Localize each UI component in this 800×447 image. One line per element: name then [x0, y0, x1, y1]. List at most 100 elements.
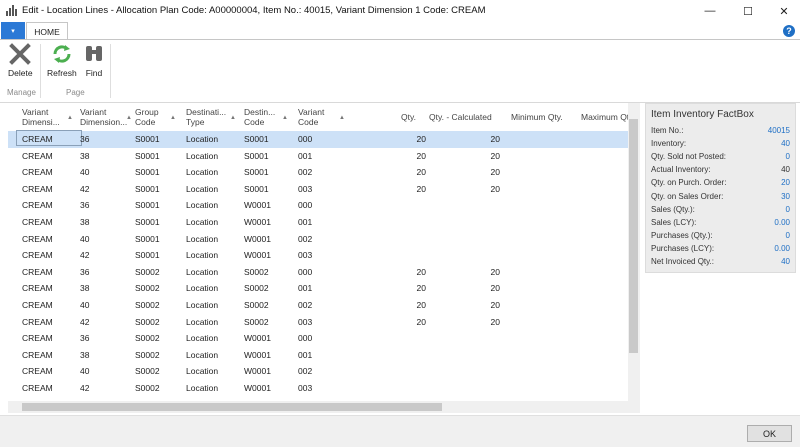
cell-variant-dim2[interactable]: 40 [80, 366, 89, 376]
cell-destination-type[interactable]: Location [186, 151, 218, 161]
cell-destination-type[interactable]: Location [186, 167, 218, 177]
ok-button[interactable]: OK [747, 425, 792, 442]
cell-variant-code[interactable]: 000 [298, 267, 312, 277]
cell-variant-dim2[interactable]: 42 [80, 383, 89, 393]
factbox-value[interactable]: 0 [786, 231, 790, 240]
help-icon[interactable]: ? [783, 25, 795, 37]
cell-variant-dim1[interactable]: CREAM [22, 267, 53, 277]
col-header-variant-code[interactable]: Variant Code [298, 103, 324, 131]
cell-variant-dim1[interactable]: CREAM [22, 151, 53, 161]
cell-variant-dim1[interactable]: CREAM [22, 134, 53, 144]
table-row[interactable]: CREAM 42 S0002 Location S0002 003 20 20 [8, 314, 628, 331]
col-header-group-code[interactable]: Group Code [135, 103, 159, 131]
cell-group-code[interactable]: S0002 [135, 267, 160, 277]
cell-qty[interactable]: 20 [388, 300, 426, 310]
close-button[interactable]: ✕ [766, 0, 800, 22]
cell-variant-code[interactable]: 000 [298, 333, 312, 343]
cell-group-code[interactable]: S0002 [135, 350, 160, 360]
factbox-value[interactable]: 0.00 [774, 218, 790, 227]
cell-destination-type[interactable]: Location [186, 184, 218, 194]
cell-destination-code[interactable]: S0001 [244, 184, 269, 194]
cell-qty-calculated[interactable]: 20 [448, 283, 500, 293]
cell-destination-type[interactable]: Location [186, 234, 218, 244]
cell-variant-code[interactable]: 000 [298, 200, 312, 210]
minimize-button[interactable]: — [692, 0, 728, 22]
cell-qty[interactable]: 20 [388, 283, 426, 293]
cell-destination-code[interactable]: S0002 [244, 300, 269, 310]
cell-destination-code[interactable]: S0002 [244, 267, 269, 277]
cell-variant-code[interactable]: 003 [298, 184, 312, 194]
cell-destination-type[interactable]: Location [186, 300, 218, 310]
cell-destination-type[interactable]: Location [186, 267, 218, 277]
table-row[interactable]: CREAM 38 S0002 Location W0001 001 [8, 347, 628, 364]
cell-variant-dim2[interactable]: 40 [80, 300, 89, 310]
horizontal-scrollbar[interactable] [8, 401, 640, 413]
cell-group-code[interactable]: S0001 [135, 250, 160, 260]
cell-destination-code[interactable]: S0001 [244, 151, 269, 161]
cell-variant-dim1[interactable]: CREAM [22, 250, 53, 260]
cell-variant-code[interactable]: 003 [298, 250, 312, 260]
cell-destination-code[interactable]: W0001 [244, 200, 271, 210]
col-header-maximum-qty[interactable]: Maximum Qt [581, 103, 628, 131]
cell-group-code[interactable]: S0002 [135, 300, 160, 310]
cell-group-code[interactable]: S0001 [135, 217, 160, 227]
cell-variant-dim2[interactable]: 38 [80, 350, 89, 360]
cell-variant-code[interactable]: 001 [298, 217, 312, 227]
cell-destination-code[interactable]: S0002 [244, 283, 269, 293]
cell-variant-dim2[interactable]: 40 [80, 167, 89, 177]
cell-destination-type[interactable]: Location [186, 217, 218, 227]
cell-group-code[interactable]: S0002 [135, 333, 160, 343]
table-row[interactable]: CREAM 36 S0002 Location S0002 000 20 20 [8, 264, 628, 281]
cell-variant-dim1[interactable]: CREAM [22, 317, 53, 327]
cell-variant-dim1[interactable]: CREAM [22, 234, 53, 244]
cell-variant-dim1[interactable]: CREAM [22, 184, 53, 194]
cell-variant-dim1[interactable]: CREAM [22, 366, 53, 376]
table-row[interactable]: CREAM 42 S0001 Location W0001 003 [8, 247, 628, 264]
cell-qty[interactable]: 20 [388, 267, 426, 277]
col-header-qty-calculated[interactable]: Qty. - Calculated [429, 103, 492, 131]
refresh-button[interactable]: Refresh [47, 43, 77, 81]
find-button[interactable]: Find [83, 43, 105, 81]
table-row[interactable]: CREAM 40 S0002 Location S0002 002 20 20 [8, 297, 628, 314]
cell-variant-dim2[interactable]: 36 [80, 200, 89, 210]
cell-destination-type[interactable]: Location [186, 250, 218, 260]
factbox-value[interactable]: 0 [786, 205, 790, 214]
cell-variant-dim2[interactable]: 38 [80, 283, 89, 293]
cell-destination-type[interactable]: Location [186, 283, 218, 293]
cell-variant-code[interactable]: 002 [298, 300, 312, 310]
cell-variant-code[interactable]: 002 [298, 366, 312, 376]
location-lines-grid[interactable]: Variant Dimensi... ▲ Variant Dimension... … [8, 103, 628, 401]
cell-group-code[interactable]: S0002 [135, 317, 160, 327]
cell-variant-dim2[interactable]: 36 [80, 333, 89, 343]
cell-qty-calculated[interactable]: 20 [448, 317, 500, 327]
table-row[interactable]: CREAM 40 S0001 Location S0001 002 20 20 [8, 164, 628, 181]
cell-variant-code[interactable]: 001 [298, 283, 312, 293]
cell-variant-dim1[interactable]: CREAM [22, 167, 53, 177]
table-row[interactable]: CREAM 42 S0001 Location S0001 003 20 20 [8, 181, 628, 198]
table-row[interactable]: CREAM 42 S0002 Location W0001 003 [8, 380, 628, 397]
cell-group-code[interactable]: S0002 [135, 366, 160, 376]
cell-qty-calculated[interactable]: 20 [448, 184, 500, 194]
cell-group-code[interactable]: S0001 [135, 200, 160, 210]
cell-qty-calculated[interactable]: 20 [448, 151, 500, 161]
cell-variant-dim1[interactable]: CREAM [22, 217, 53, 227]
cell-variant-dim2[interactable]: 38 [80, 151, 89, 161]
horizontal-scroll-thumb[interactable] [22, 403, 442, 411]
tab-home[interactable]: HOME [26, 22, 68, 40]
factbox-value[interactable]: 0 [786, 152, 790, 161]
cell-qty-calculated[interactable]: 20 [448, 267, 500, 277]
factbox-value[interactable]: 20 [781, 178, 790, 187]
cell-destination-type[interactable]: Location [186, 350, 218, 360]
factbox-value[interactable]: 40 [781, 139, 790, 148]
cell-group-code[interactable]: S0001 [135, 134, 160, 144]
cell-destination-code[interactable]: W0001 [244, 234, 271, 244]
cell-variant-dim2[interactable]: 38 [80, 217, 89, 227]
cell-destination-code[interactable]: W0001 [244, 333, 271, 343]
delete-button[interactable]: Delete [8, 43, 33, 81]
cell-qty-calculated[interactable]: 20 [448, 300, 500, 310]
maximize-button[interactable]: ☐ [730, 0, 766, 22]
cell-variant-code[interactable]: 002 [298, 234, 312, 244]
col-header-variant-dim2[interactable]: Variant Dimension... [80, 103, 127, 131]
cell-variant-dim2[interactable]: 36 [80, 134, 89, 144]
cell-variant-dim2[interactable]: 42 [80, 317, 89, 327]
